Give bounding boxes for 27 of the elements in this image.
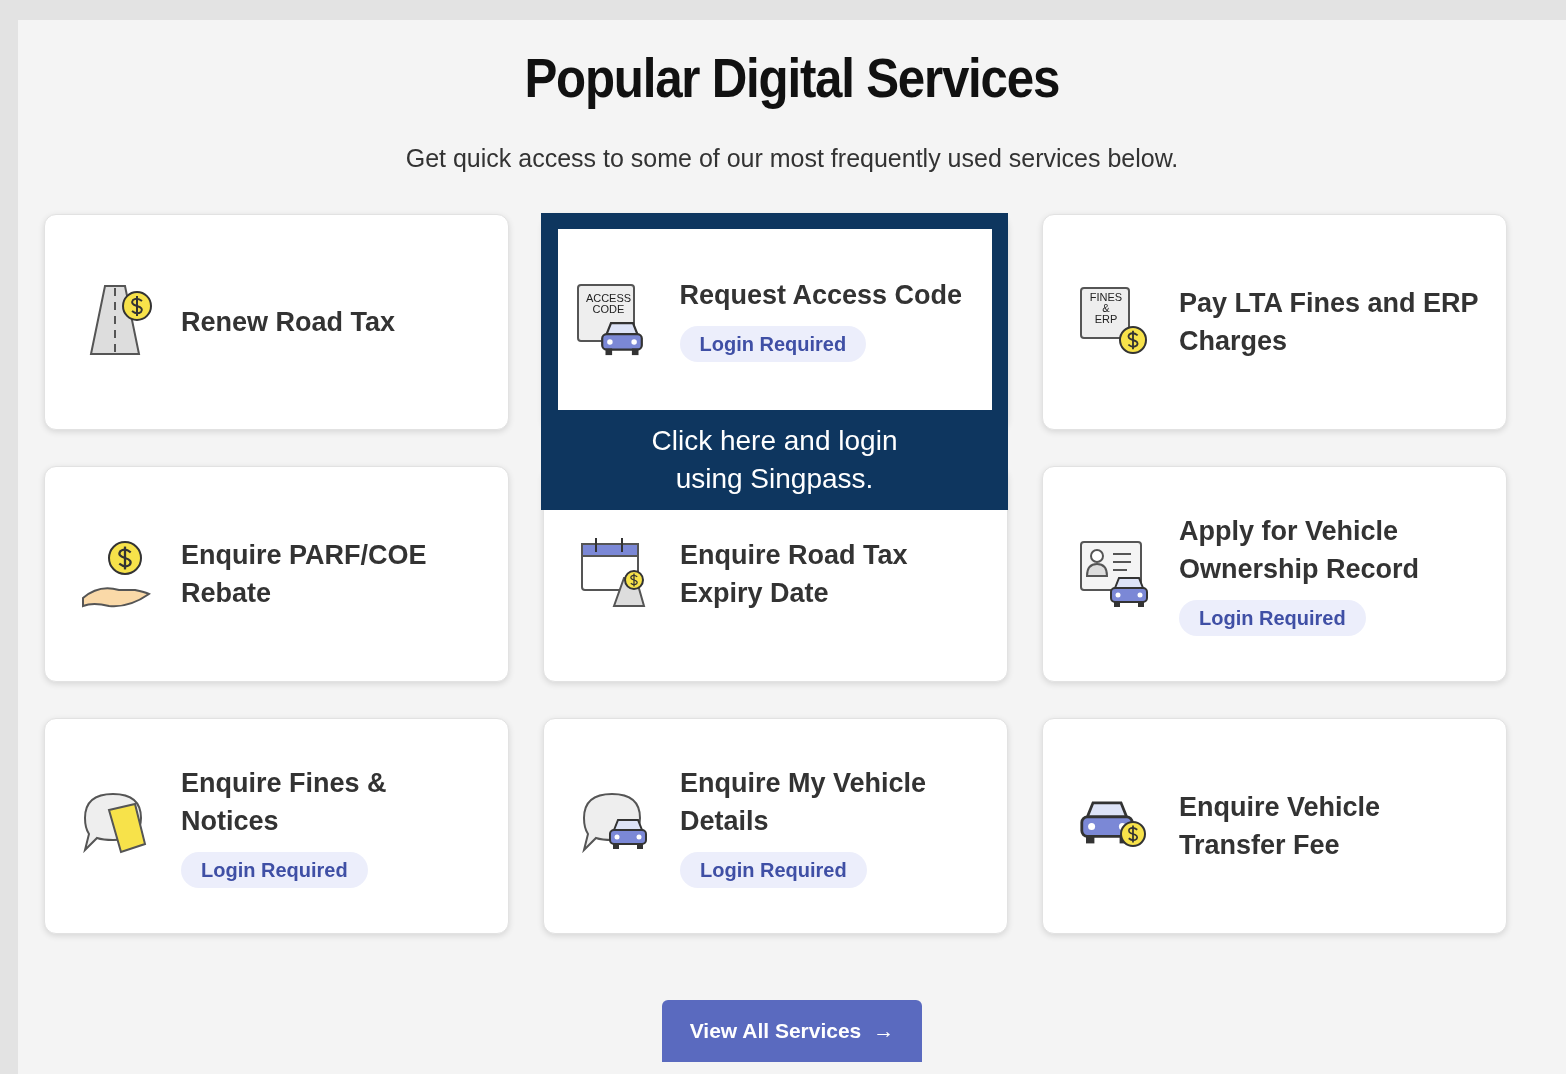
highlighted-service-card[interactable]: ACCESS CODE Request Access Code Login Required xyxy=(557,228,992,410)
service-title: Enquire Fines & Notices xyxy=(181,766,388,838)
service-title: Apply for Vehicle Ownership Record xyxy=(1179,514,1421,586)
service-title: Request Access Code xyxy=(679,279,963,312)
service-title: Renew Road Tax xyxy=(181,305,396,339)
arrow-icon: → xyxy=(873,1014,895,1047)
service-card[interactable]: Enquire My Vehicle Details Login Required xyxy=(543,717,1008,934)
service-card[interactable]: Renew Road Tax xyxy=(44,213,509,430)
service-title: Enquire Vehicle Transfer Fee xyxy=(1179,790,1382,862)
service-card[interactable]: Apply for Vehicle Ownership Record Login Required xyxy=(1042,465,1507,682)
login-required-badge: Login Required xyxy=(1179,599,1366,636)
section-subtitle: Get quick access to some of our most frequently used services below. xyxy=(405,143,1179,174)
service-card[interactable]: Enquire Fines & Notices Login Required xyxy=(44,717,509,934)
section-title: Popular Digital Services xyxy=(524,46,1060,110)
icon-label: FINES & ERP xyxy=(1088,291,1124,325)
service-title: Enquire My Vehicle Details xyxy=(680,766,928,838)
login-required-badge: Login Required xyxy=(679,326,867,362)
service-title: Enquire PARF/COE Rebate xyxy=(181,538,428,610)
service-card[interactable]: Enquire PARF/COE Rebate xyxy=(44,465,509,682)
login-required-badge: Login Required xyxy=(680,851,867,888)
view-all-services-button[interactable]: View All Services → xyxy=(662,999,922,1062)
service-card[interactable]: Enquire Vehicle Transfer Fee xyxy=(1042,717,1507,934)
service-card[interactable]: FINES & ERP Pay LTA Fines and ERP Charges xyxy=(1042,213,1507,430)
icon-label: ACCESS CODE xyxy=(584,293,633,315)
service-title: Pay LTA Fines and ERP Charges xyxy=(1179,286,1480,358)
service-title: Enquire Road Tax Expiry Date xyxy=(680,538,909,610)
login-required-badge: Login Required xyxy=(181,851,368,888)
